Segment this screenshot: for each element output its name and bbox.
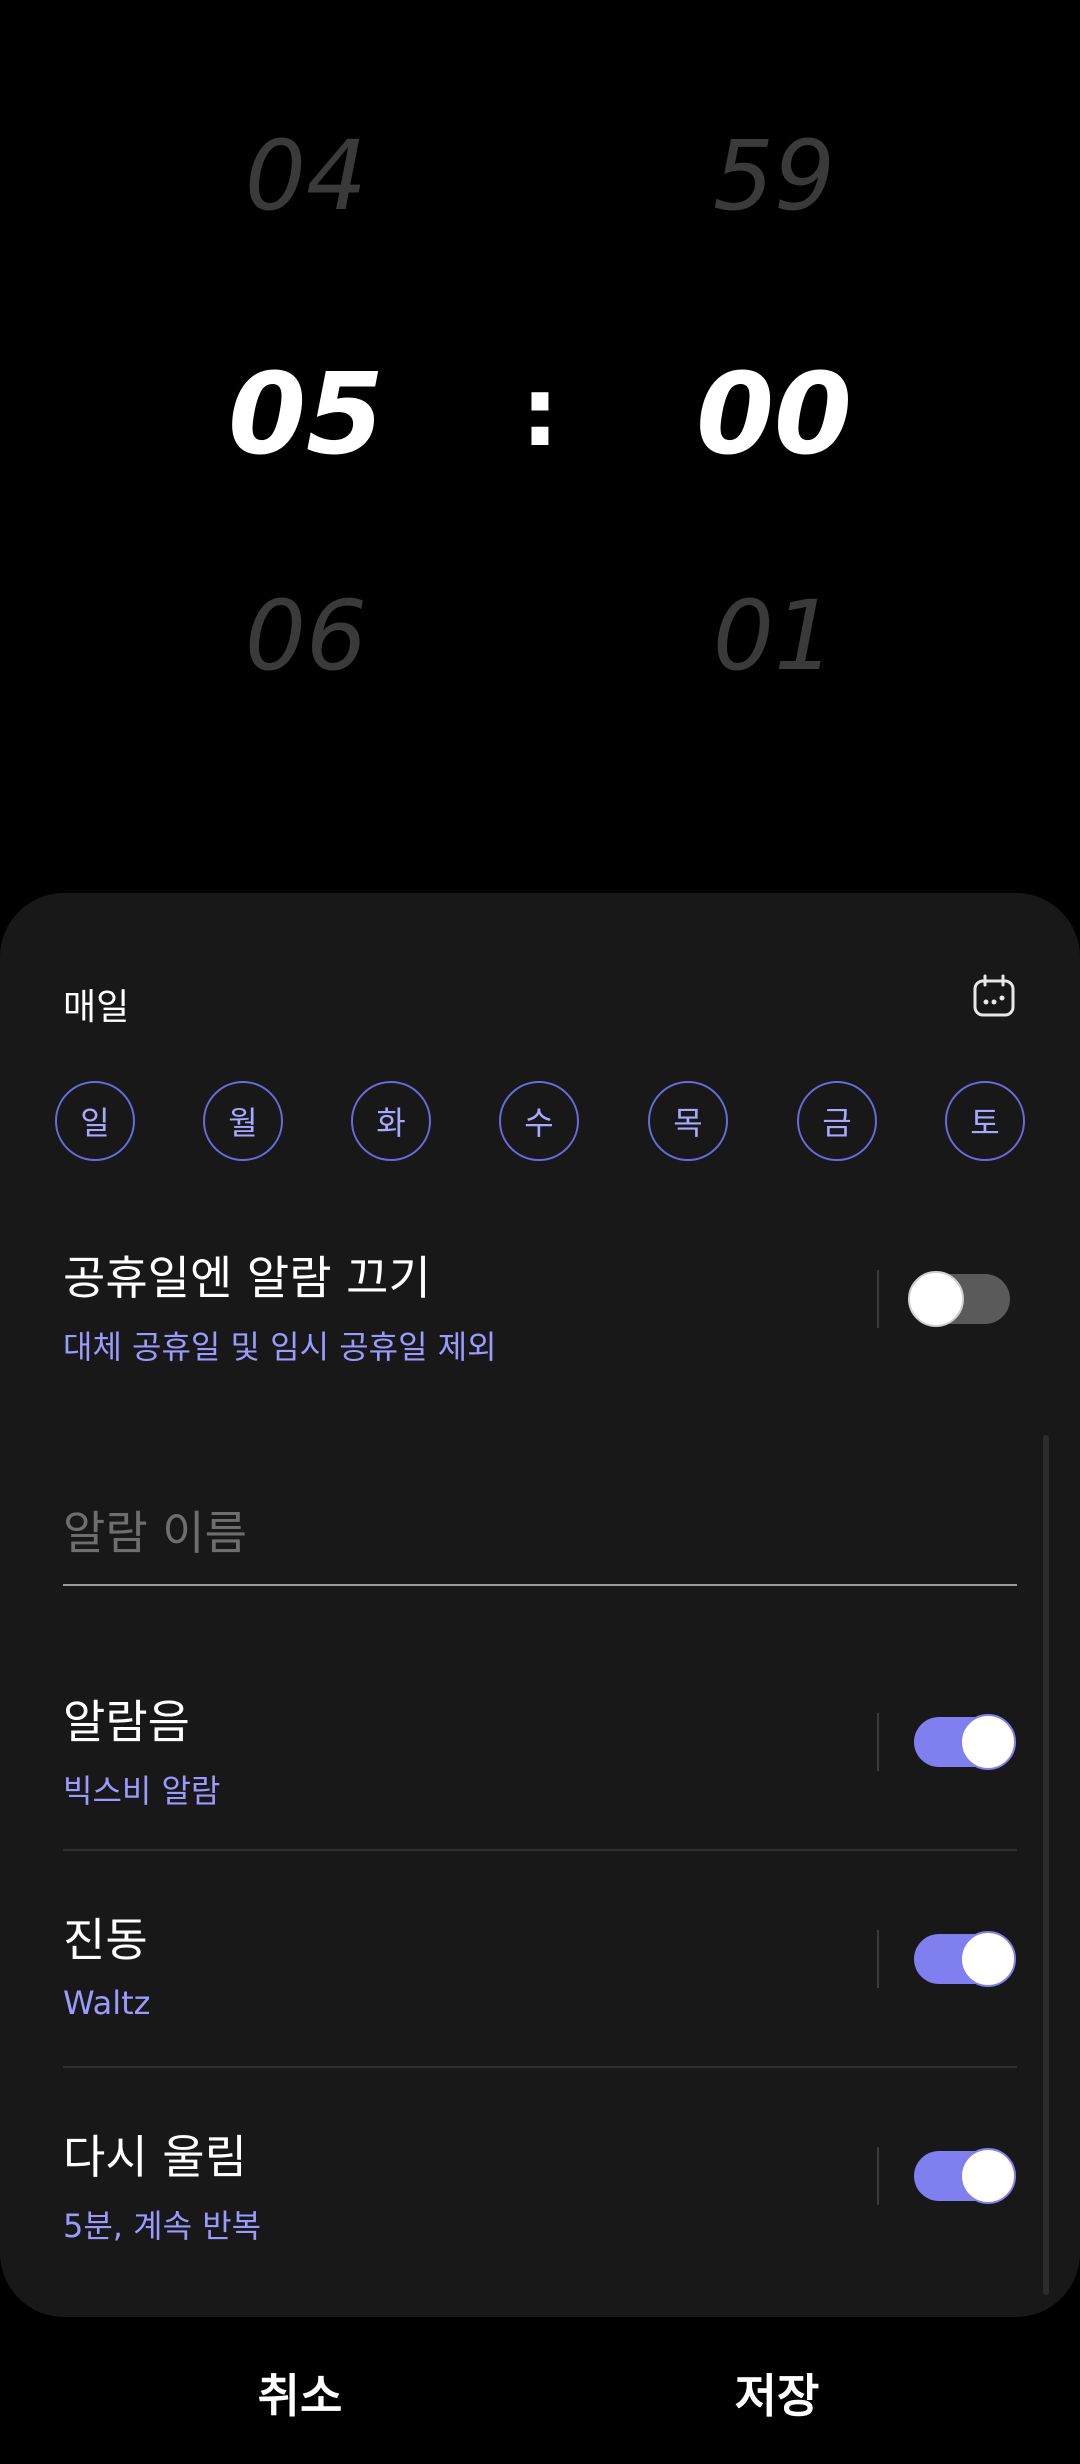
save-button[interactable]: 저장 [627,2360,927,2426]
day-sun[interactable]: 일 [55,1081,135,1161]
day-thu[interactable]: 목 [648,1081,728,1161]
cancel-button[interactable]: 취소 [150,2360,450,2426]
repeat-summary: 매일 [63,987,130,1028]
snooze-subtitle: 5분, 계속 반복 [63,2207,262,2245]
hour-prev[interactable]: 04 [196,120,416,232]
vibration-title: 진동 [63,1913,148,1967]
time-picker[interactable]: 04 05 06 : 59 00 01 [0,0,1080,880]
vibration-subtitle: Waltz [63,1984,151,2022]
row-divider [877,2147,879,2205]
day-selector: 일 월 화 수 목 금 토 [55,1081,1025,1161]
hour-current[interactable]: 05 [196,350,416,480]
minute-current[interactable]: 00 [664,350,884,480]
alarm-sound-title: 알람음 [63,1695,190,1749]
alarm-sound-subtitle: 빅스비 알람 [63,1772,221,1810]
alarm-name-field[interactable] [63,1496,1017,1586]
calendar-button[interactable] [970,972,1018,1020]
toggle-knob [960,1931,1016,1987]
minute-prev[interactable]: 59 [664,120,884,232]
holiday-subtitle: 대체 공휴일 및 임시 공휴일 제외 [63,1328,497,1366]
time-separator: : [520,356,560,468]
snooze-row[interactable]: 다시 울림 5분, 계속 반복 [63,2121,1017,2247]
day-mon[interactable]: 월 [203,1081,283,1161]
day-fri[interactable]: 금 [797,1081,877,1161]
toggle-knob [960,1714,1016,1770]
calendar-icon [973,974,1015,1017]
row-divider [877,1930,879,1988]
alarm-sound-row[interactable]: 알람음 빅스비 알람 [63,1686,1017,1812]
day-sat[interactable]: 토 [945,1081,1025,1161]
alarm-sound-toggle[interactable] [914,1714,1016,1770]
toggle-knob [908,1271,964,1327]
snooze-title: 다시 울림 [63,2130,247,2184]
scrollbar[interactable] [1043,1435,1049,2295]
holiday-title: 공휴일엔 알람 끄기 [63,1251,431,1305]
hour-next[interactable]: 06 [196,580,416,692]
day-wed[interactable]: 수 [499,1081,579,1161]
day-tue[interactable]: 화 [351,1081,431,1161]
holiday-off-row[interactable]: 공휴일엔 알람 끄기 대체 공휴일 및 임시 공휴일 제외 [63,1242,1017,1368]
holiday-toggle[interactable] [908,1271,1010,1327]
vibration-toggle[interactable] [914,1931,1016,1987]
toggle-knob [960,2148,1016,2204]
row-divider [877,1713,879,1771]
vibration-row[interactable]: 진동 Waltz [63,1904,1017,2022]
row-divider [877,1270,879,1328]
minute-next[interactable]: 01 [664,580,884,692]
alarm-name-input[interactable] [63,1496,1017,1560]
list-divider [63,1849,1017,1851]
snooze-toggle[interactable] [914,2148,1016,2204]
list-divider [63,2066,1017,2068]
